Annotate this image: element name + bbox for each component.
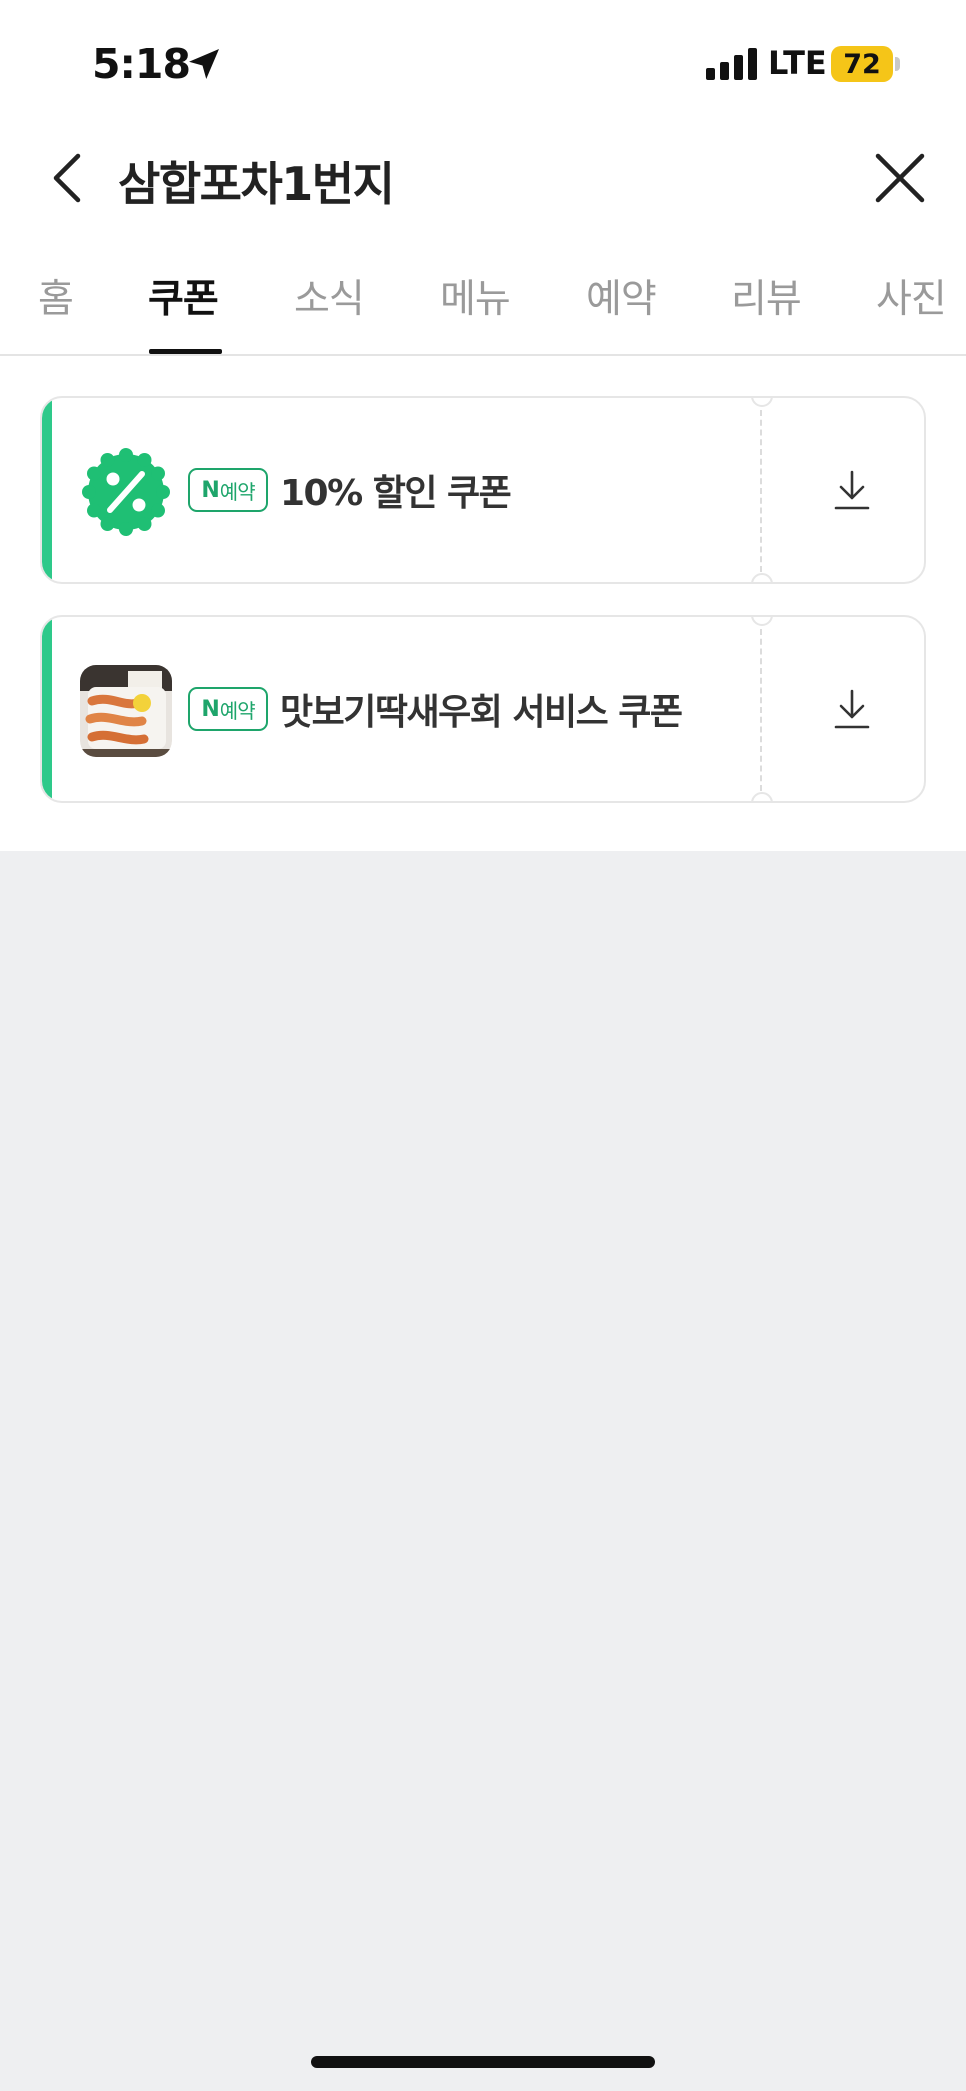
badge-text: 예약 [219, 698, 256, 723]
network-type: LTE [768, 44, 827, 82]
tab-bar: 홈 쿠폰 소식 메뉴 예약 리뷰 사진 [0, 262, 966, 357]
badge-prefix: N [201, 477, 219, 503]
tab-photos[interactable]: 사진 [876, 268, 947, 324]
download-icon [834, 689, 869, 729]
naver-reservation-badge: N 예약 [188, 468, 268, 512]
download-coupon-button[interactable] [777, 617, 924, 801]
tab-coupon[interactable]: 쿠폰 [148, 268, 219, 324]
location-arrow-icon [189, 49, 219, 79]
coupon-perforation [760, 629, 762, 791]
naver-reservation-badge: N 예약 [188, 687, 268, 731]
home-indicator[interactable] [311, 2056, 655, 2068]
coupon-notch [751, 573, 773, 582]
coupon-notch [751, 617, 773, 626]
percent-badge-icon [82, 448, 170, 536]
coupon-card: N 예약 맛보기딱새우회 서비스 쿠폰 [40, 615, 926, 803]
coupon-notch [751, 792, 773, 801]
coupon-notch [751, 398, 773, 407]
tab-review[interactable]: 리뷰 [731, 268, 802, 324]
battery-icon: 72 [831, 46, 893, 82]
page-title: 삼합포차1번지 [118, 157, 395, 211]
status-time: 5:18 [92, 40, 191, 88]
coupon-accent-bar [42, 398, 52, 582]
tab-menu[interactable]: 메뉴 [440, 268, 511, 324]
coupon-accent-bar [42, 617, 52, 801]
coupon-title: 10% 할인 쿠폰 [280, 473, 512, 514]
coupon-card: N 예약 10% 할인 쿠폰 [40, 396, 926, 584]
tab-home[interactable]: 홈 [38, 268, 74, 324]
chevron-left-icon[interactable] [44, 148, 92, 208]
download-icon [834, 470, 869, 510]
tab-news[interactable]: 소식 [294, 268, 365, 324]
download-coupon-button[interactable] [777, 398, 924, 582]
battery-level: 72 [843, 48, 881, 80]
badge-text: 예약 [219, 479, 256, 504]
battery-nub [895, 57, 900, 71]
close-icon[interactable] [872, 150, 928, 206]
coupon-perforation [760, 410, 762, 572]
status-bar: 5:18 LTE 72 [0, 0, 966, 120]
tab-reservation[interactable]: 예약 [586, 268, 657, 324]
shrimp-photo [80, 665, 172, 757]
badge-prefix: N [201, 696, 219, 722]
tabs-divider [0, 354, 966, 356]
coupon-title: 맛보기딱새우회 서비스 쿠폰 [280, 692, 683, 733]
cellular-signal-icon [706, 48, 757, 80]
